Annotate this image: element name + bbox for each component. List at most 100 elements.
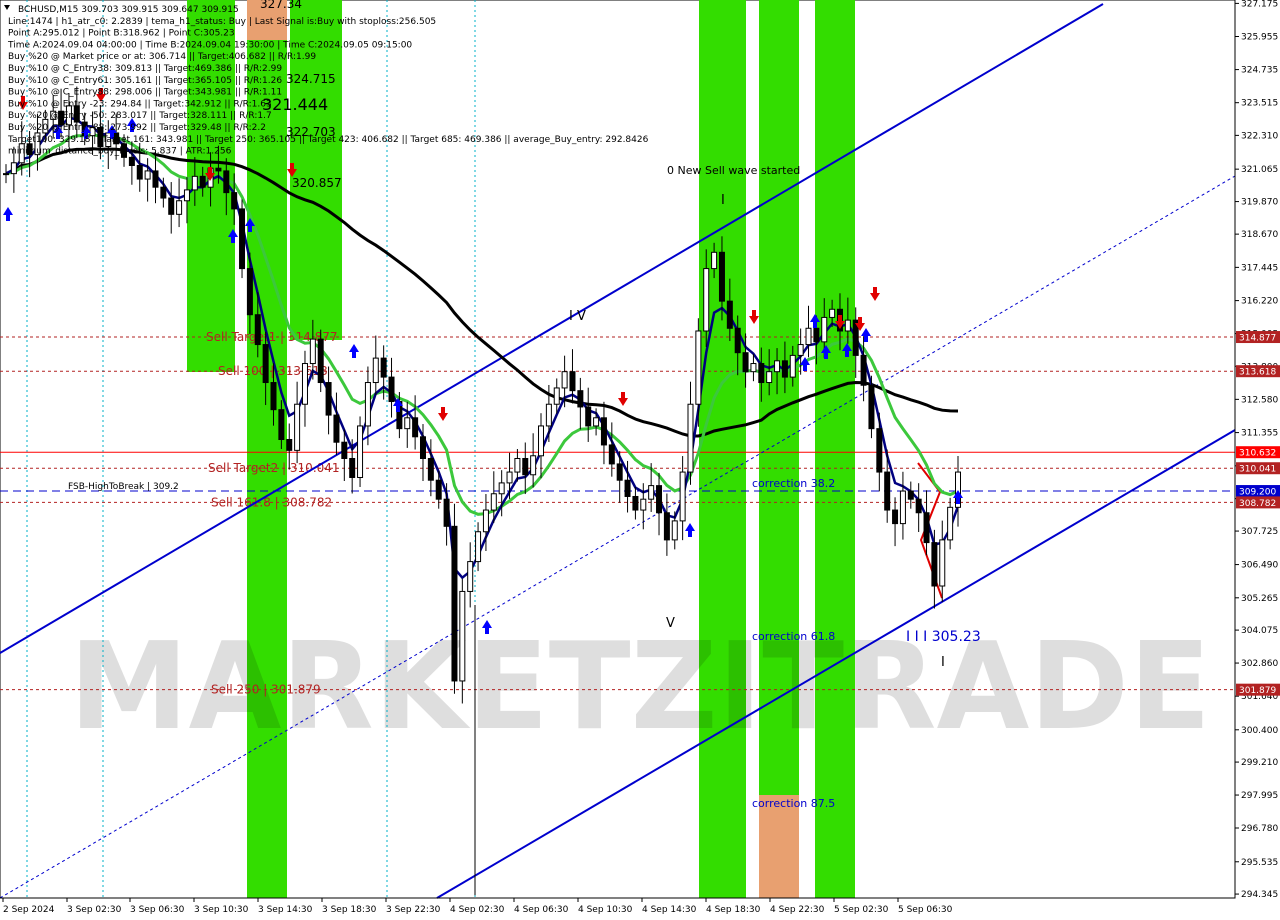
candle-body: [514, 457, 521, 473]
price-tick-label: 305.265: [1241, 594, 1278, 604]
price-tick-label: 300.400: [1241, 726, 1278, 736]
candle-body: [435, 479, 442, 500]
candle-body: [443, 498, 450, 527]
candle-body: [246, 268, 253, 316]
candle-body: [223, 170, 230, 194]
price-tick-label: 295.535: [1241, 858, 1278, 868]
candle-body: [475, 531, 482, 563]
chart-annotation: I V: [569, 309, 586, 324]
candle-body: [215, 167, 222, 172]
candle-body: [254, 314, 261, 346]
candle-body: [766, 371, 773, 384]
candle-body: [325, 382, 332, 416]
candle-body: [907, 490, 914, 500]
candle-body: [648, 485, 655, 500]
price-tag-label: 310.041: [1239, 465, 1276, 475]
candle-body: [136, 164, 143, 180]
candle-body: [467, 561, 474, 592]
candle-body: [522, 457, 529, 476]
chart-area[interactable]: MARKETZITRADE Sell Target1 | 314.877 Sell…: [0, 0, 1280, 920]
price-tick-label: 319.870: [1241, 198, 1278, 208]
price-tick-label: 306.490: [1241, 561, 1278, 571]
candle-body: [482, 509, 489, 533]
info-line: Point A:295.012 | Point B:318.962 | Poin…: [8, 29, 235, 39]
signal-band: [759, 795, 799, 898]
candle-body: [506, 471, 513, 484]
candle-body: [270, 382, 277, 411]
candle-body: [632, 495, 639, 511]
time-tick-label: 4 Sep 10:30: [578, 905, 633, 915]
candle-body: [868, 384, 875, 430]
price-chart[interactable]: MARKETZITRADE Sell Target1 | 314.877Sell…: [0, 0, 1280, 920]
candle-body: [726, 300, 733, 329]
candle-body: [892, 509, 899, 525]
candle-body: [364, 382, 371, 427]
candle-body: [687, 403, 694, 473]
candle-body: [656, 485, 663, 514]
info-line: Buy %10 @ Entry -23: 294.84 || Target:34…: [8, 99, 272, 109]
candle-body: [152, 170, 159, 188]
price-tag-label: 313.618: [1239, 368, 1276, 378]
price-tags: 314.877 313.618 310.632 310.041 309.200308.7…: [1236, 331, 1280, 696]
candle-body: [884, 471, 891, 511]
candle-body: [813, 327, 820, 343]
info-line: Buy %20 @ Entry -88: 273.992 || Target:3…: [8, 123, 266, 133]
candle-body: [923, 512, 930, 544]
candle-body: [718, 251, 725, 302]
candle-body: [498, 482, 505, 495]
candle-body: [561, 371, 568, 389]
time-tick-label: 4 Sep 06:30: [514, 905, 569, 915]
price-tick-label: 318.670: [1241, 230, 1278, 240]
candle-body: [545, 403, 552, 427]
candle-body: [585, 406, 592, 427]
candle-body: [805, 327, 812, 346]
time-tick-label: 3 Sep 22:30: [386, 905, 441, 915]
price-tick-label: 323.515: [1241, 99, 1278, 109]
candle-body: [176, 200, 183, 215]
info-line: Line:1474 | h1_atr_c0: 2.2839 | tema_h1_…: [8, 17, 436, 27]
price-tag-label: 301.879: [1239, 686, 1276, 696]
time-tick-label: 2 Sep 2024: [3, 905, 55, 915]
candle-body: [183, 189, 190, 202]
price-tag-label: 309.200: [1239, 488, 1276, 498]
time-tick-label: 5 Sep 02:30: [834, 905, 889, 915]
candle-body: [750, 363, 757, 373]
time-tick-label: 3 Sep 06:30: [130, 905, 185, 915]
candle-body: [278, 409, 285, 441]
candle-body: [262, 344, 269, 384]
price-tag-label: 314.877: [1239, 334, 1276, 344]
price-tick-label: 299.210: [1241, 758, 1278, 768]
price-tick-label: 324.735: [1241, 66, 1278, 76]
price-tick-label: 327.175: [1241, 0, 1278, 9]
candle-body: [3, 173, 9, 176]
time-tick-label: 4 Sep 18:30: [706, 905, 761, 915]
candle-body: [860, 354, 867, 386]
candle-body: [569, 371, 576, 392]
candle-body: [876, 428, 883, 473]
candle-body: [419, 436, 426, 459]
candle-body: [231, 192, 238, 210]
candle-body: [781, 360, 788, 378]
candle-body: [341, 441, 348, 459]
chart-annotation: I: [941, 655, 945, 670]
signal-band: [815, 0, 855, 898]
time-tick-label: 4 Sep 02:30: [450, 905, 505, 915]
signal-band: [699, 0, 746, 898]
price-tick-label: 302.860: [1241, 659, 1278, 669]
info-line: Target100: 329.18 || Target 161: 343.981…: [7, 135, 649, 145]
candle-body: [538, 425, 545, 457]
candle-body: [144, 170, 151, 180]
price-tag-label: 310.632: [1239, 449, 1276, 459]
chart-annotation: correction 61.8: [752, 630, 835, 643]
candle-body: [640, 498, 647, 511]
candle-body: [380, 357, 387, 378]
candle-body: [947, 506, 954, 541]
time-tick-label: 5 Sep 06:30: [898, 905, 953, 915]
candle-body: [616, 463, 623, 481]
candle-body: [600, 417, 607, 446]
candle-body: [372, 357, 379, 384]
info-line: Buy %10 @ C_Entry61: 305.161 || Target:3…: [8, 76, 282, 86]
candle-body: [774, 360, 781, 373]
candle-body: [317, 338, 324, 384]
candle-body: [821, 316, 828, 343]
